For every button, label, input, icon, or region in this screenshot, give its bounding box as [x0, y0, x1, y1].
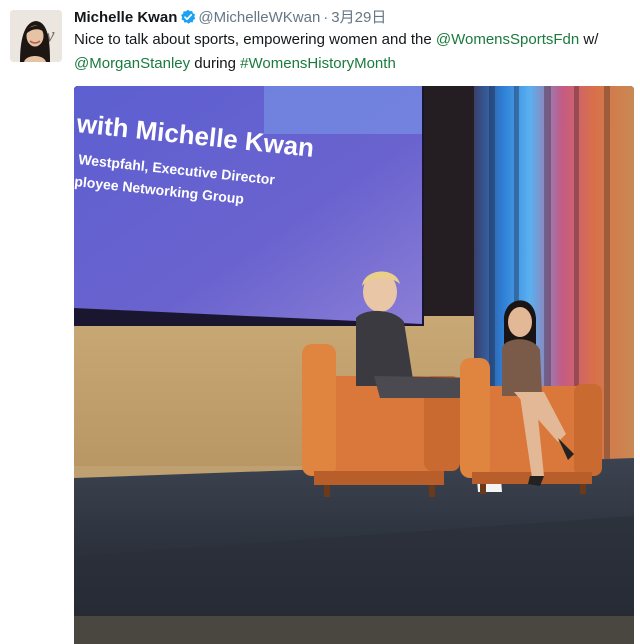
avatar[interactable]: w	[10, 10, 62, 62]
author-handle[interactable]: @MichelleWKwan	[198, 9, 320, 26]
hashtag-womens-history-month[interactable]: #WomensHistoryMonth	[240, 55, 396, 72]
tweet-text-segment: during	[190, 55, 241, 72]
mention-womens-sports-fdn[interactable]: @WomensSportsFdn	[436, 31, 579, 48]
tweet-text: Nice to talk about sports, empowering wo…	[74, 28, 634, 76]
mention-morgan-stanley[interactable]: @MorganStanley	[74, 55, 190, 72]
header-separator: ·	[323, 9, 329, 26]
verified-badge-icon	[181, 9, 196, 24]
tweet-header: Michelle Kwan @MichelleWKwan · 3月29日	[74, 8, 386, 28]
event-stage-photo: with Michelle Kwan Westpfahl, Executive …	[74, 86, 634, 644]
tweet-text-segment: w/	[579, 31, 599, 48]
tweet-card[interactable]: w Michelle Kwan @MichelleWKwan·3月29日 Nice…	[0, 0, 640, 644]
tweet-photo[interactable]: with Michelle Kwan Westpfahl, Executive …	[74, 86, 634, 644]
avatar-image: w	[10, 10, 62, 62]
tweet-text-segment: Nice to talk about sports, empowering wo…	[74, 31, 436, 48]
tweet-timestamp[interactable]: 3月29日	[331, 9, 386, 26]
author-name[interactable]: Michelle Kwan	[74, 9, 177, 26]
